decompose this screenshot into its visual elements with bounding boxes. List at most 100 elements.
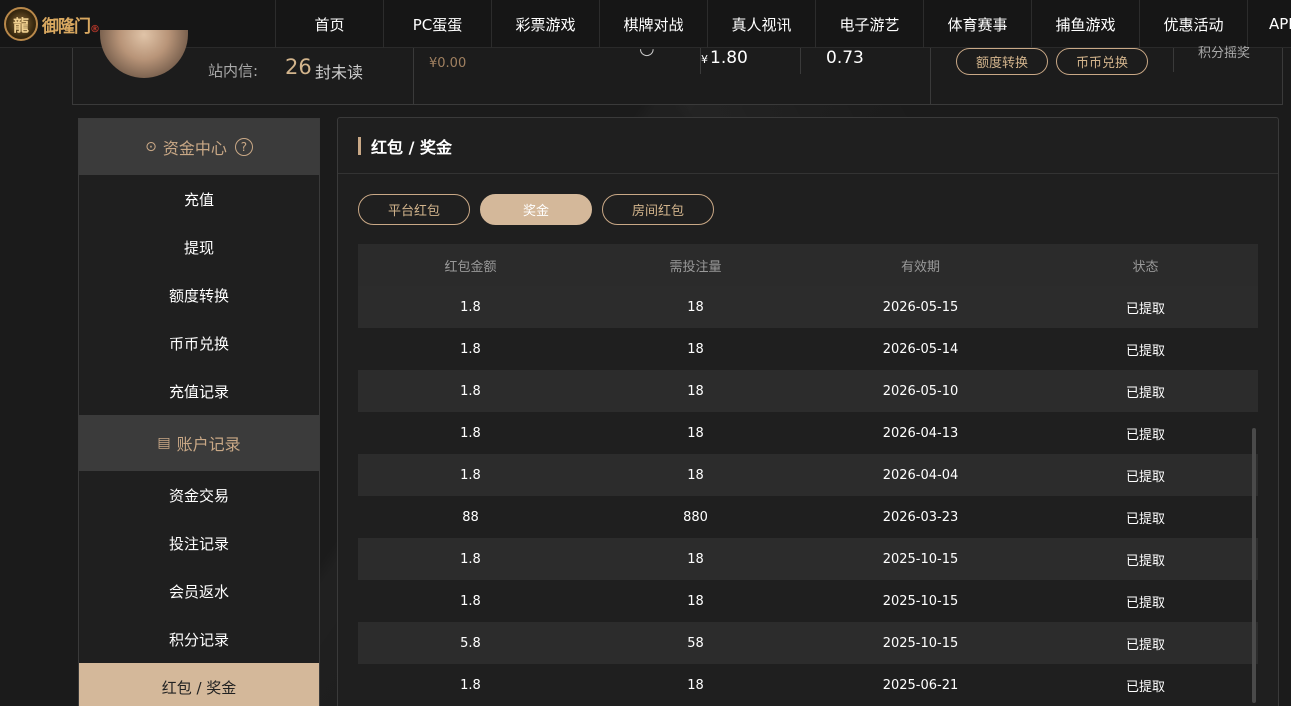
cell-status: 已提取 — [1125, 469, 1165, 485]
cell-status: 已提取 — [1125, 595, 1165, 611]
cell-required-bet: 880 — [683, 509, 708, 525]
sidebar: ⊙ 资金中心 ? 充值 提现 额度转换 币币兑换 充值记录 ▤ 账户记录 资金交… — [78, 118, 320, 706]
account-records-header: ▤ 账户记录 — [79, 415, 319, 471]
table-header: 红包金额 需投注量 有效期 状态 — [358, 244, 1258, 286]
coin-exchange-button[interactable]: 币币兑换 — [1056, 48, 1148, 75]
table-row: 5.8 58 2025-10-15 已提取 — [358, 622, 1258, 664]
document-icon: ▤ — [157, 435, 171, 451]
nav-item-electronic[interactable]: 电子游艺 — [815, 0, 923, 48]
tab-bonus[interactable]: 奖金 — [480, 194, 592, 225]
transfer-button[interactable]: 额度转换 — [956, 48, 1048, 75]
sidebar-item-red-packet-bonus[interactable]: 红包 / 奖金 — [79, 663, 319, 706]
column-header-amount: 红包金额 — [444, 259, 497, 275]
table-row: 1.8 18 2026-04-04 已提取 — [358, 454, 1258, 496]
help-icon[interactable]: ? — [234, 138, 253, 156]
cell-expiry: 2026-05-10 — [882, 383, 959, 399]
cell-amount: 1.8 — [460, 677, 481, 693]
title-accent-bar — [358, 136, 361, 155]
tab-platform-red-packet[interactable]: 平台红包 — [358, 194, 470, 225]
fund-center-header: ⊙ 资金中心 ? — [79, 119, 319, 175]
cell-status: 已提取 — [1125, 301, 1165, 317]
avatar[interactable] — [100, 30, 188, 78]
cell-required-bet: 18 — [687, 551, 704, 567]
account-summary: 站内信: 26 封未读 ¥0.00 ◡ ¥1.80 0.73 额度转换 币币兑换… — [72, 30, 1283, 105]
cell-amount: 1.8 — [460, 467, 481, 483]
cell-expiry: 2025-10-15 — [882, 551, 959, 567]
logo-emblem-icon: 龍 — [4, 7, 38, 41]
cell-status: 已提取 — [1125, 343, 1165, 359]
table-row: 1.8 18 2025-10-15 已提取 — [358, 538, 1258, 580]
nav-item-live[interactable]: 真人视讯 — [707, 0, 815, 48]
sidebar-item-bet-records[interactable]: 投注记录 — [79, 519, 319, 567]
sidebar-item-transactions[interactable]: 资金交易 — [79, 471, 319, 519]
cell-amount: 1.8 — [460, 341, 481, 357]
inbox-unread-label[interactable]: 封未读 — [315, 59, 363, 83]
divider — [930, 48, 931, 104]
cell-expiry: 2026-03-23 — [882, 509, 959, 525]
tab-room-red-packet[interactable]: 房间红包 — [602, 194, 714, 225]
cell-required-bet: 18 — [687, 425, 704, 441]
table-scrollbar[interactable] — [1252, 428, 1256, 703]
divider — [413, 48, 414, 104]
nav-item-fishing[interactable]: 捕鱼游戏 — [1031, 0, 1139, 48]
yen-circle-icon: ⊙ — [145, 139, 157, 155]
sidebar-item-withdraw[interactable]: 提现 — [79, 223, 319, 271]
table-body: 1.8 18 2026-05-15 已提取 1.8 18 2026-05-14 已提取 1.8 1… — [358, 286, 1258, 706]
nav-item-sports[interactable]: 体育赛事 — [923, 0, 1031, 48]
cell-amount: 5.8 — [460, 635, 481, 651]
nav-item-promotions[interactable]: 优惠活动 — [1139, 0, 1247, 48]
inbox-count[interactable]: 26 — [285, 55, 312, 79]
refresh-icon[interactable]: ◡ — [639, 38, 655, 59]
cell-amount: 1.8 — [460, 425, 481, 441]
sidebar-item-coin-exchange[interactable]: 币币兑换 — [79, 319, 319, 367]
table-row: 1.8 18 2026-05-14 已提取 — [358, 328, 1258, 370]
sidebar-item-deposit-records[interactable]: 充值记录 — [79, 367, 319, 415]
wallet-balance: ¥0.00 — [429, 56, 467, 71]
nav-item-lottery[interactable]: 彩票游戏 — [491, 0, 599, 48]
nav-item-home[interactable]: 首页 — [275, 0, 383, 48]
inbox-label: 站内信: — [208, 62, 259, 80]
sidebar-item-rebate[interactable]: 会员返水 — [79, 567, 319, 615]
table-row: 1.8 18 2025-10-15 已提取 — [358, 580, 1258, 622]
cell-status: 已提取 — [1125, 637, 1165, 653]
column-header-status: 状态 — [1132, 259, 1159, 275]
logo-text: 御隆门® — [42, 16, 100, 37]
cell-required-bet: 18 — [687, 593, 704, 609]
cell-status: 已提取 — [1125, 427, 1165, 443]
nav-item-app[interactable]: APP — [1247, 0, 1291, 48]
divider — [1173, 48, 1174, 72]
main-nav: 首页 PC蛋蛋 彩票游戏 棋牌对战 真人视讯 电子游艺 体育赛事 捕鱼游戏 优惠… — [275, 0, 1291, 48]
points-lottery-link[interactable]: 积分摇奖 — [1198, 42, 1250, 61]
cell-status: 已提取 — [1125, 511, 1165, 527]
column-header-expiry: 有效期 — [900, 259, 940, 275]
cell-required-bet: 18 — [687, 677, 704, 693]
bonus-table: 红包金额 需投注量 有效期 状态 1.8 18 2026-05-15 已提取 1.8 18… — [358, 244, 1258, 706]
tab-group: 平台红包 奖金 房间红包 — [358, 194, 714, 225]
sidebar-item-transfer[interactable]: 额度转换 — [79, 271, 319, 319]
cell-required-bet: 18 — [687, 341, 704, 357]
cell-expiry: 2025-10-15 — [882, 593, 959, 609]
main-balance: ¥1.80 — [701, 48, 748, 68]
cell-amount: 1.8 — [460, 593, 481, 609]
cell-amount: 1.8 — [460, 383, 481, 399]
cell-status: 已提取 — [1125, 679, 1165, 695]
fund-center-title: 资金中心 — [162, 139, 227, 158]
panel-header: 红包 / 奖金 — [338, 118, 1278, 174]
nav-item-pc-egg[interactable]: PC蛋蛋 — [383, 0, 491, 48]
account-records-title: 账户记录 — [176, 435, 241, 454]
column-header-required-bet: 需投注量 — [669, 259, 722, 275]
divider — [800, 48, 801, 74]
main-panel: 红包 / 奖金 平台红包 奖金 房间红包 红包金额 需投注量 有效期 状态 1.… — [337, 117, 1279, 706]
cell-amount: 1.8 — [460, 299, 481, 315]
cell-required-bet: 18 — [687, 299, 704, 315]
cell-status: 已提取 — [1125, 385, 1165, 401]
page-title: 红包 / 奖金 — [371, 137, 452, 157]
sidebar-item-points-records[interactable]: 积分记录 — [79, 615, 319, 663]
cell-required-bet: 18 — [687, 467, 704, 483]
cell-amount: 1.8 — [460, 551, 481, 567]
sidebar-item-deposit[interactable]: 充值 — [79, 175, 319, 223]
cell-amount: 88 — [462, 509, 479, 525]
cell-expiry: 2026-05-15 — [882, 299, 959, 315]
table-row: 1.8 18 2026-04-13 已提取 — [358, 412, 1258, 454]
cell-required-bet: 58 — [687, 635, 704, 651]
